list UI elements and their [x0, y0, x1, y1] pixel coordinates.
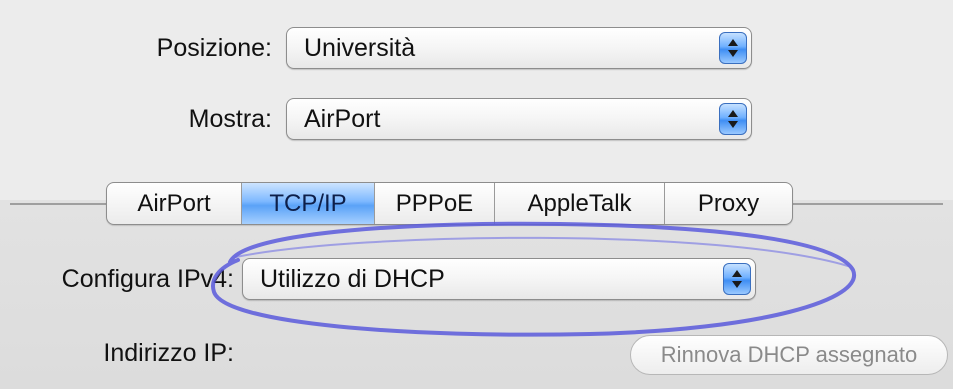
- tab-tcpip[interactable]: TCP/IP: [242, 183, 375, 224]
- show-popup[interactable]: AirPort: [286, 98, 752, 140]
- tab-pppoe[interactable]: PPPoE: [375, 183, 495, 224]
- tab-bar: AirPort TCP/IP PPPoE AppleTalk Proxy: [106, 182, 793, 225]
- tab-proxy[interactable]: Proxy: [665, 183, 792, 224]
- up-down-arrows-icon: [719, 103, 747, 135]
- ipv4-config-value: Utilizzo di DHCP: [260, 265, 445, 293]
- location-label: Posizione:: [156, 34, 272, 62]
- tab-appletalk[interactable]: AppleTalk: [495, 183, 665, 224]
- ipv4-config-label: Configura IPv4:: [61, 265, 234, 293]
- tab-airport[interactable]: AirPort: [107, 183, 242, 224]
- location-popup[interactable]: Università: [286, 27, 752, 69]
- renew-dhcp-button[interactable]: Rinnova DHCP assegnato: [630, 335, 948, 375]
- location-value: Università: [304, 34, 416, 62]
- ipv4-config-popup[interactable]: Utilizzo di DHCP: [242, 258, 756, 300]
- up-down-arrows-icon: [719, 32, 747, 64]
- show-label: Mostra:: [188, 105, 272, 133]
- ip-address-label: Indirizzo IP:: [103, 339, 234, 367]
- up-down-arrows-icon: [723, 263, 751, 295]
- show-value: AirPort: [304, 105, 381, 133]
